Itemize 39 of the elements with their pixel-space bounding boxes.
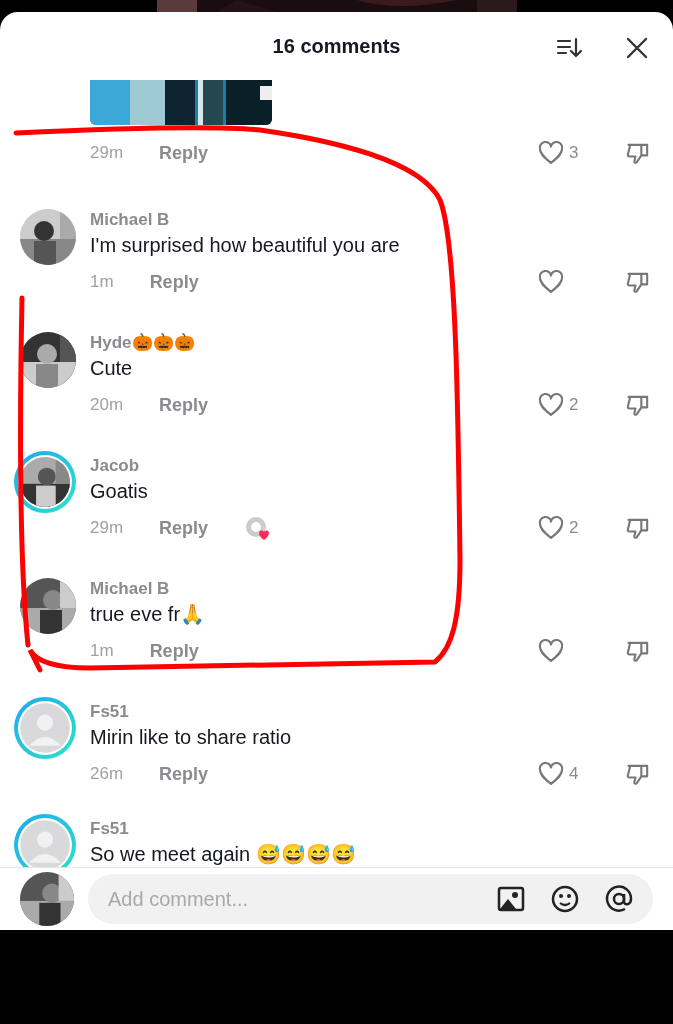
- comment-time: 20m: [90, 395, 124, 415]
- reply-button[interactable]: Reply: [149, 640, 199, 662]
- user-name[interactable]: Michael B: [90, 209, 673, 231]
- comment-field[interactable]: Add comment...: [88, 874, 653, 924]
- comment-text: true eve fr🙏: [90, 602, 207, 627]
- heart-icon[interactable]: [537, 391, 565, 419]
- comments-title: 16 comments: [272, 34, 401, 58]
- comment-time: 29m: [90, 143, 124, 163]
- reply-button[interactable]: Reply: [159, 763, 209, 785]
- like-button[interactable]: 2: [537, 391, 625, 419]
- like-button[interactable]: 2: [537, 514, 625, 542]
- comment-time: 26m: [90, 764, 124, 784]
- user-name[interactable]: Fs51: [90, 818, 673, 840]
- heart-icon[interactable]: [537, 514, 565, 542]
- emoji-icon[interactable]: [549, 883, 581, 915]
- user-name[interactable]: Hyde🎃🎃🎃: [90, 332, 673, 354]
- heart-icon[interactable]: [537, 637, 565, 665]
- comment-input[interactable]: Add comment...: [106, 886, 473, 912]
- like-button[interactable]: 3: [537, 139, 625, 167]
- mention-icon[interactable]: [603, 883, 635, 915]
- reply-button[interactable]: Reply: [159, 517, 209, 539]
- reply-button[interactable]: Reply: [159, 142, 209, 164]
- heart-icon[interactable]: [537, 760, 565, 788]
- comment-text: I'm surprised how beautiful you are: [90, 233, 401, 258]
- heart-icon[interactable]: [537, 268, 565, 296]
- comment-text: Mirin like to share ratio: [90, 725, 293, 750]
- user-name[interactable]: Fs51: [90, 701, 673, 723]
- comment-time: 1m: [90, 641, 114, 661]
- comment-text: Cute: [90, 356, 134, 381]
- heart-icon[interactable]: [537, 139, 565, 167]
- comment-time: 29m: [90, 518, 124, 538]
- comment-text: Goatis: [90, 479, 149, 504]
- comment-time: 1m: [90, 272, 114, 292]
- user-name[interactable]: Michael B: [90, 578, 673, 600]
- like-button[interactable]: 4: [537, 760, 625, 788]
- comment-text: So we meet again 😅😅😅😅: [90, 842, 357, 867]
- reply-button[interactable]: Reply: [159, 394, 209, 416]
- reply-button[interactable]: Reply: [149, 271, 199, 293]
- user-name[interactable]: Jacob: [90, 455, 673, 477]
